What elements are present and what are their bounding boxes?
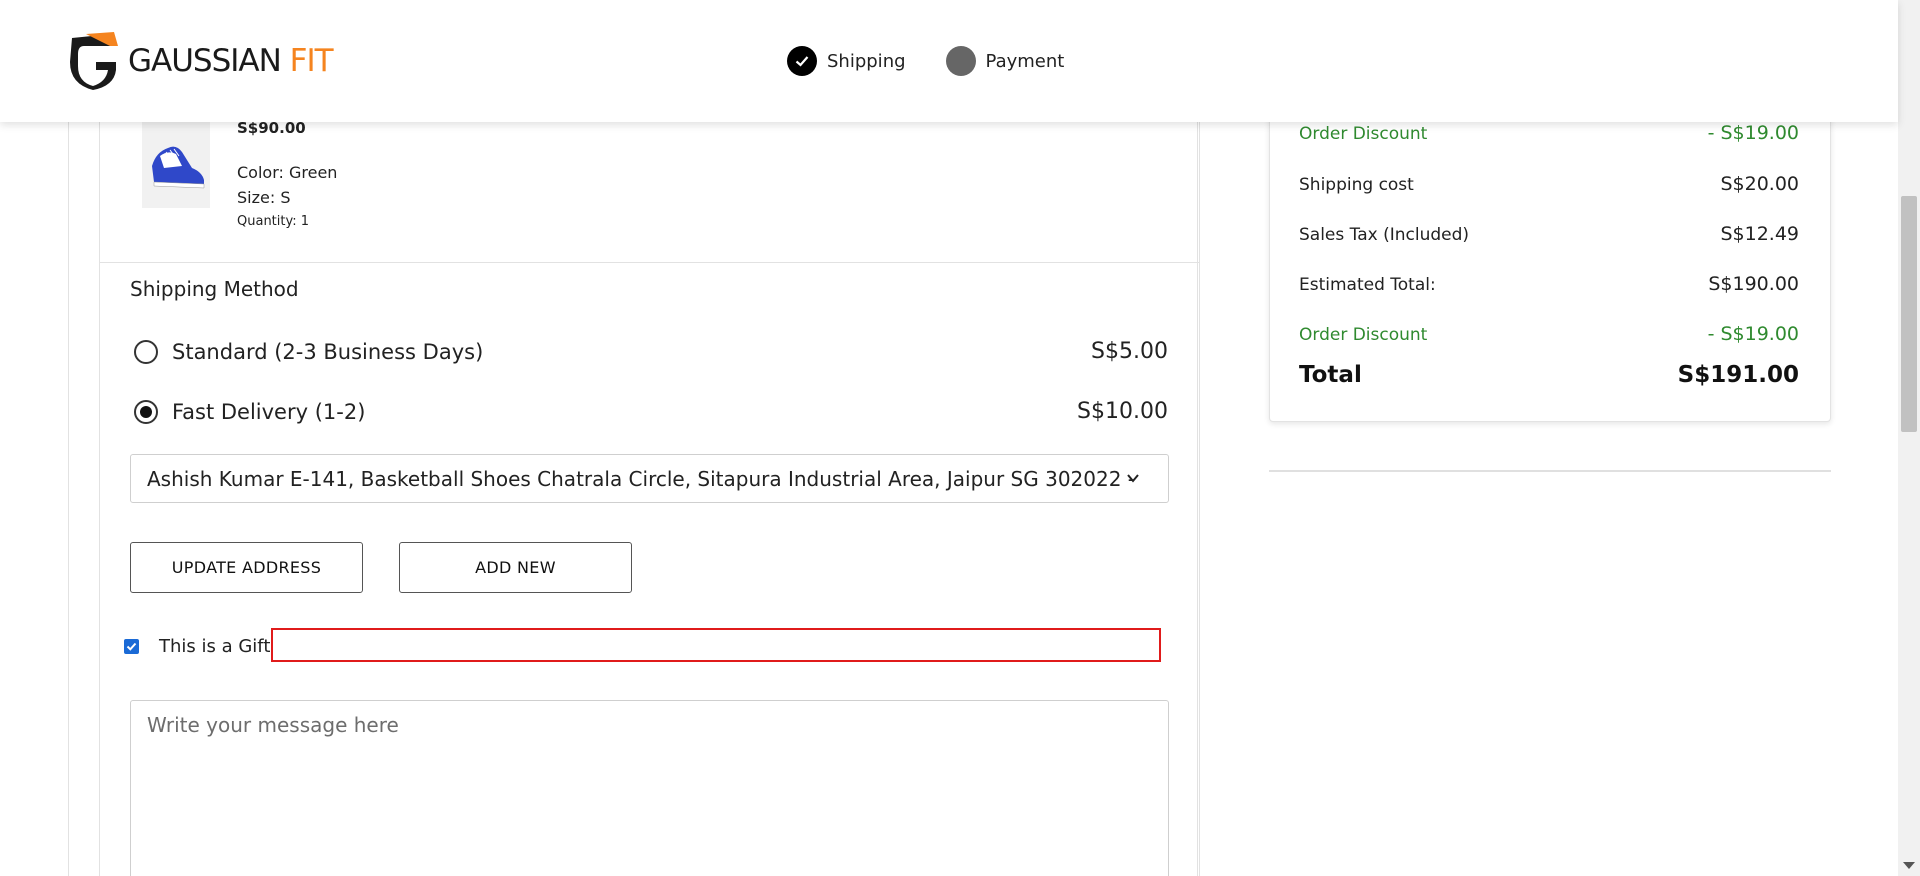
summary-row-order-discount-2: Order Discount - S$19.00 (1299, 323, 1799, 345)
logo-icon (70, 32, 118, 90)
gift-checkbox[interactable] (124, 639, 139, 654)
summary-value: S$20.00 (1720, 173, 1799, 195)
add-new-address-button[interactable]: ADD NEW (399, 542, 632, 593)
product-color: Color: Green (237, 163, 338, 182)
summary-value: S$190.00 (1708, 273, 1799, 295)
shipping-option-label: Standard (2-3 Business Days) (172, 339, 484, 364)
summary-row-sales-tax: Sales Tax (Included) S$12.49 (1299, 223, 1799, 245)
checkmark-icon (126, 642, 137, 651)
scroll-down-arrow-icon[interactable] (1903, 862, 1915, 869)
step-payment[interactable]: Payment (945, 46, 1065, 76)
radio-selected[interactable] (134, 399, 158, 424)
brand-name: GAUSSIAN FIT (128, 43, 334, 79)
checkout-steps: Shipping Payment (787, 46, 1064, 76)
radio-unselected[interactable] (134, 339, 158, 364)
shipping-option-fast[interactable]: Fast Delivery (1-2) S$10.00 (134, 399, 1168, 424)
summary-value: S$191.00 (1677, 362, 1799, 388)
step-label: Shipping (827, 50, 906, 72)
gift-message-textarea[interactable]: Write your message here (130, 700, 1169, 876)
update-address-button[interactable]: UPDATE ADDRESS (130, 542, 363, 593)
summary-label: Total (1299, 362, 1362, 388)
summary-row-order-discount: Order Discount - S$19.00 (1299, 122, 1799, 144)
summary-value: - S$19.00 (1707, 323, 1799, 345)
summary-label: Sales Tax (Included) (1299, 225, 1470, 245)
product-image (142, 122, 210, 208)
section-divider (100, 262, 1200, 263)
summary-row-total: Total S$191.00 (1299, 362, 1799, 388)
site-header: GAUSSIAN FIT Shipping Payment (0, 0, 1898, 122)
scrollbar-thumb[interactable] (1901, 196, 1917, 432)
product-size: Size: S (237, 188, 291, 207)
product-quantity: Quantity: 1 (237, 214, 310, 229)
summary-label: Order Discount (1299, 325, 1428, 345)
summary-value: S$12.49 (1720, 223, 1799, 245)
address-select-value: Ashish Kumar E-141, Basketball Shoes Cha… (147, 466, 1137, 491)
shipping-option-standard[interactable]: Standard (2-3 Business Days) S$5.00 (134, 339, 1168, 364)
summary-label: Order Discount (1299, 124, 1428, 144)
chevron-down-icon (1127, 474, 1139, 483)
gift-label: This is a Gift (159, 636, 271, 657)
summary-label: Shipping cost (1299, 175, 1414, 195)
circle-icon (945, 46, 976, 76)
shipping-option-label: Fast Delivery (1-2) (172, 399, 366, 424)
brand-logo[interactable]: GAUSSIAN FIT (66, 32, 334, 90)
step-label: Payment (985, 50, 1065, 72)
summary-row-shipping-cost: Shipping cost S$20.00 (1299, 173, 1799, 195)
checkout-page: S$90.00 Color: Green Size: S Quantity: 1… (0, 0, 1920, 876)
page-scrollbar[interactable] (1898, 0, 1920, 876)
gift-message-placeholder: Write your message here (147, 713, 399, 737)
shipping-option-price: S$5.00 (1091, 339, 1168, 364)
summary-row-estimated-total: Estimated Total: S$190.00 (1299, 273, 1799, 295)
shipping-method-title: Shipping Method (130, 277, 299, 301)
summary-divider (1269, 470, 1831, 472)
shipping-option-price: S$10.00 (1077, 399, 1168, 424)
step-shipping[interactable]: Shipping (787, 46, 906, 76)
address-select[interactable]: Ashish Kumar E-141, Basketball Shoes Cha… (130, 454, 1169, 503)
gift-recipient-input[interactable] (271, 628, 1161, 662)
summary-label: Estimated Total: (1299, 275, 1436, 295)
summary-value: - S$19.00 (1707, 122, 1799, 144)
check-icon (787, 46, 817, 76)
